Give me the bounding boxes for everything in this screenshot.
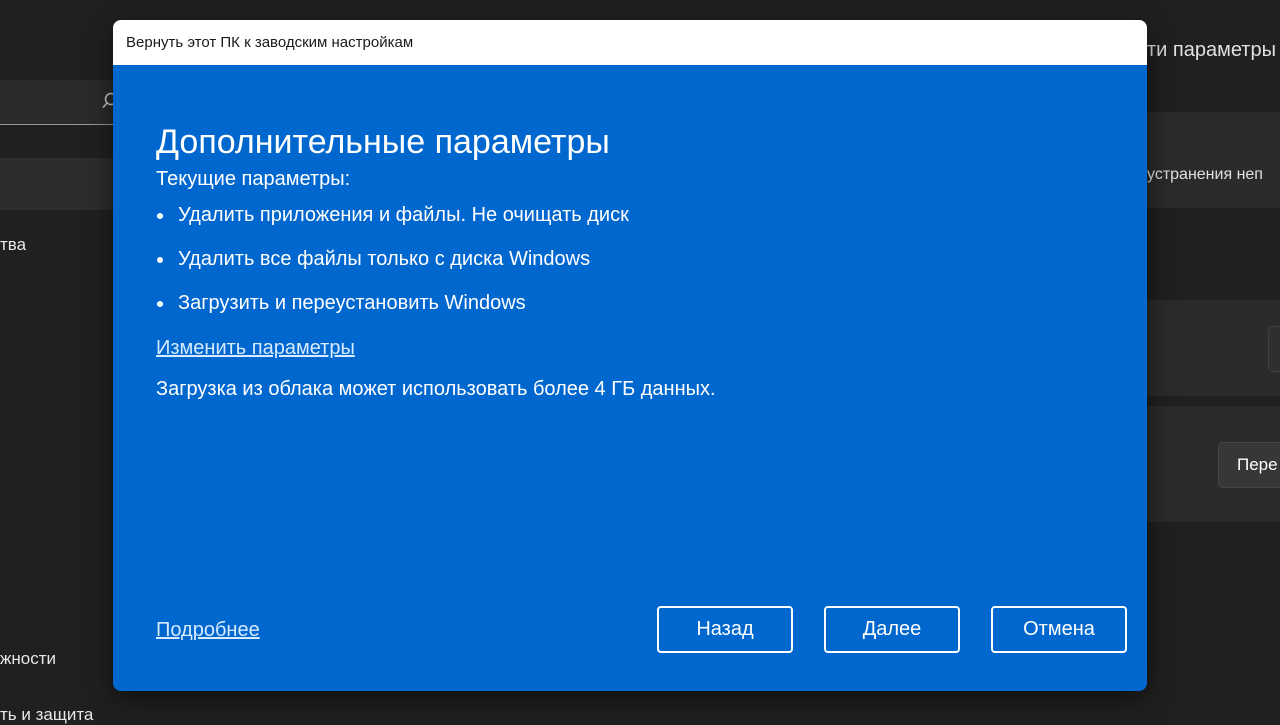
reset-pc-button[interactable]: Пере: [1218, 442, 1280, 488]
bullet-icon: [157, 213, 163, 219]
sidebar-item-label[interactable]: жности: [0, 649, 56, 669]
current-settings-list: Удалить приложения и файлы. Не очищать д…: [156, 204, 629, 336]
list-item: Загрузить и переустановить Windows: [156, 292, 629, 336]
sidebar-item-selected[interactable]: [0, 158, 125, 210]
reset-pc-dialog: Вернуть этот ПК к заводским настройкам Д…: [113, 20, 1147, 691]
settings-section-header: ти параметры: [1147, 39, 1276, 61]
cloud-download-note: Загрузка из облака может использовать бо…: [156, 378, 716, 400]
list-item-text: Удалить приложения и файлы. Не очищать д…: [178, 204, 629, 226]
next-button[interactable]: Далее: [824, 606, 960, 653]
dialog-title-bar: Вернуть этот ПК к заводским настройкам: [113, 20, 1147, 65]
current-settings-label: Текущие параметры:: [156, 168, 351, 190]
dialog-heading: Дополнительные параметры: [156, 122, 610, 161]
settings-card: [1147, 300, 1280, 396]
back-button[interactable]: Назад: [657, 606, 793, 653]
sidebar-item-label[interactable]: тва: [0, 235, 26, 255]
list-item-text: Загрузить и переустановить Windows: [178, 292, 526, 314]
settings-card[interactable]: устранения неп: [1147, 112, 1280, 208]
settings-card-text: устранения неп: [1147, 166, 1263, 183]
learn-more-link[interactable]: Подробнее: [156, 619, 260, 642]
bullet-icon: [157, 301, 163, 307]
settings-card-button[interactable]: [1268, 326, 1280, 372]
list-item: Удалить приложения и файлы. Не очищать д…: [156, 204, 629, 248]
sidebar-item-label[interactable]: ть и защита: [0, 705, 93, 725]
cancel-button[interactable]: Отмена: [991, 606, 1127, 653]
list-item: Удалить все файлы только с диска Windows: [156, 248, 629, 292]
list-item-text: Удалить все файлы только с диска Windows: [178, 248, 591, 270]
settings-search-box[interactable]: [0, 80, 125, 125]
bullet-icon: [157, 257, 163, 263]
change-settings-link[interactable]: Изменить параметры: [156, 337, 355, 360]
